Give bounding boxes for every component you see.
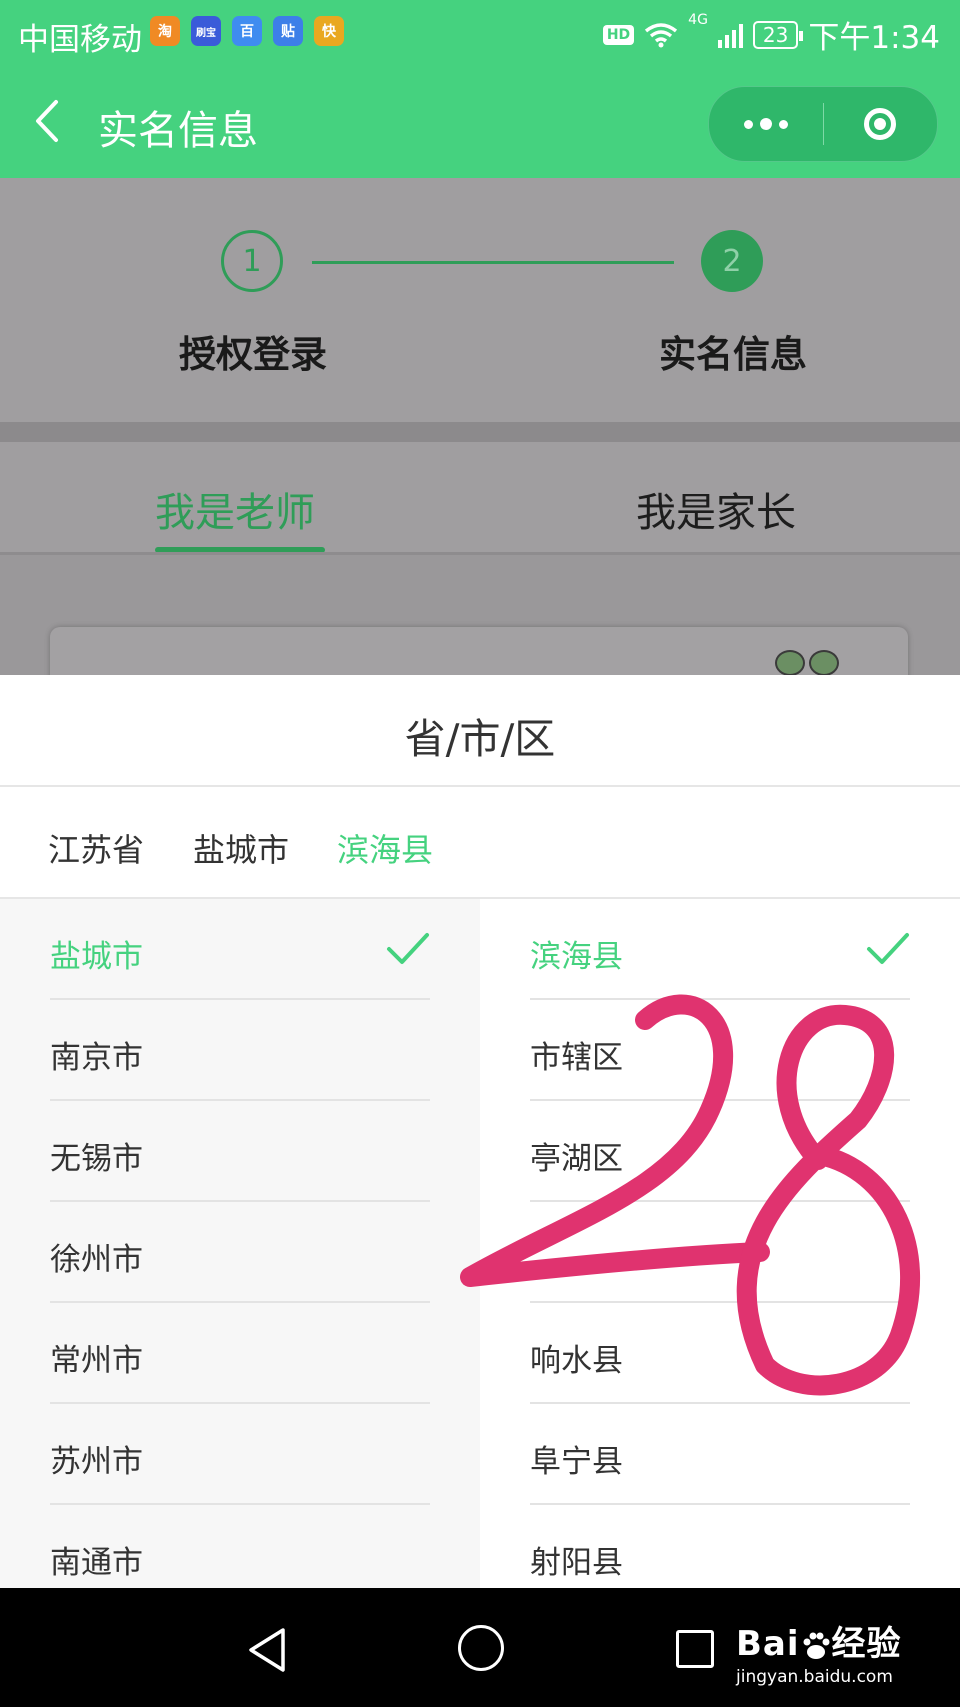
network-type: 4G (688, 12, 708, 28)
watermark-suffix: 经验 (831, 1624, 902, 1664)
picker-title: 省/市/区 (404, 715, 556, 763)
carrier-name: 中国移动 (18, 22, 142, 58)
district-option-label: 射阳县 (530, 1545, 623, 1581)
district-option[interactable]: 亭湖区 (530, 1101, 910, 1202)
breadcrumb-county[interactable]: 滨海县 (337, 825, 433, 871)
city-option-label: 盐城市 (50, 939, 143, 975)
taobao-app-icon: 淘 (150, 16, 180, 46)
watermark-url: jingyan.baidu.com (736, 1667, 893, 1687)
system-home-icon[interactable] (458, 1625, 504, 1671)
watermark-brand: Bai (736, 1624, 800, 1664)
baidu-jingyan-watermark: Bai 经验 jingyan.baidu.com (736, 1616, 902, 1687)
checkmark-icon (387, 933, 429, 964)
page-title: 实名信息 (98, 108, 258, 154)
steps-indicator: 1 2 授权登录 实名信息 (0, 178, 960, 422)
breadcrumb-city[interactable]: 盐城市 (193, 825, 289, 871)
baidu-app-icon: 百 (232, 16, 262, 46)
checkmark-icon (867, 933, 909, 964)
district-option[interactable]: 响水县 (530, 1303, 910, 1404)
hd-icon: HD (602, 24, 635, 45)
district-option[interactable]: 市辖区 (530, 1000, 910, 1101)
target-close-icon (864, 108, 896, 140)
district-option[interactable] (530, 1202, 910, 1303)
step-1-circle: 1 (221, 230, 283, 292)
role-tabs: 我是老师 我是家长 (0, 442, 960, 554)
district-option-label: 阜宁县 (530, 1444, 623, 1480)
city-option[interactable]: 常州市 (50, 1303, 430, 1404)
district-option[interactable]: 射阳县 (530, 1505, 910, 1588)
city-option-label: 无锡市 (50, 1141, 143, 1177)
district-option-label: 响水县 (530, 1343, 623, 1379)
city-option[interactable]: 徐州市 (50, 1202, 430, 1303)
breadcrumb-province[interactable]: 江苏省 (48, 825, 144, 871)
notification-app-icons: 淘刷宝百贴快 (150, 16, 344, 46)
district-option-label: 滨海县 (530, 939, 623, 975)
tab-parent[interactable]: 我是家长 (636, 480, 796, 538)
back-arrow-icon[interactable] (28, 96, 68, 146)
cartoon-mascot-image (775, 650, 855, 676)
kuaishou-app-icon: 快 (314, 16, 344, 46)
close-miniprogram-button[interactable] (823, 87, 937, 161)
district-option-label: 市辖区 (530, 1040, 623, 1076)
step-2-circle: 2 (701, 230, 763, 292)
clock: 下午1:34 (808, 20, 940, 56)
city-option-label: 苏州市 (50, 1444, 143, 1480)
city-option-label: 常州市 (50, 1343, 143, 1379)
district-option-label: 亭湖区 (530, 1141, 623, 1177)
city-option[interactable]: 苏州市 (50, 1404, 430, 1505)
city-option[interactable]: 南通市 (50, 1505, 430, 1588)
shuabao-app-icon: 刷宝 (191, 16, 221, 46)
city-option[interactable]: 无锡市 (50, 1101, 430, 1202)
district-option[interactable]: 阜宁县 (530, 1404, 910, 1505)
city-option[interactable]: 盐城市 (50, 899, 430, 1000)
city-option-label: 南京市 (50, 1040, 143, 1076)
navigation-bar: 实名信息 (0, 68, 960, 178)
city-option-label: 南通市 (50, 1545, 143, 1581)
system-navigation-bar: Bai 经验 jingyan.baidu.com (0, 1588, 960, 1707)
signal-icon (717, 22, 743, 48)
district-option[interactable]: 滨海县 (530, 899, 910, 1000)
district-list: 滨海县市辖区亭湖区响水县阜宁县射阳县 (480, 899, 960, 1588)
baidu-paw-icon (803, 1632, 830, 1659)
city-option[interactable]: 南京市 (50, 1000, 430, 1101)
system-recents-icon[interactable] (676, 1630, 714, 1668)
system-back-icon[interactable] (245, 1626, 289, 1674)
tab-teacher[interactable]: 我是老师 (155, 480, 315, 538)
city-list: 盐城市南京市无锡市徐州市常州市苏州市南通市 (0, 899, 480, 1588)
step-connector (312, 261, 674, 264)
status-bar: 中国移动 淘刷宝百贴快 HD 4G 23 下午1:34 (0, 0, 960, 68)
status-right: HD 4G 23 下午1:34 (602, 12, 940, 57)
picker-title-divider (0, 785, 960, 787)
region-picker-sheet: 省/市/区 江苏省 盐城市 滨海县 盐城市 南京市 无锡市 徐州市 常州市 苏州市 南通市 … (0, 675, 960, 1588)
more-options-button[interactable] (709, 87, 823, 161)
city-option-label: 徐州市 (50, 1242, 143, 1278)
step-1-label: 授权登录 (179, 333, 327, 376)
battery-icon: 23 (752, 20, 804, 49)
miniprogram-capsule (708, 86, 938, 162)
wifi-icon (645, 22, 678, 47)
more-dots-icon (744, 119, 753, 129)
tieba-app-icon: 贴 (273, 16, 303, 46)
step-2-label: 实名信息 (659, 333, 807, 376)
section-separator (0, 422, 960, 442)
